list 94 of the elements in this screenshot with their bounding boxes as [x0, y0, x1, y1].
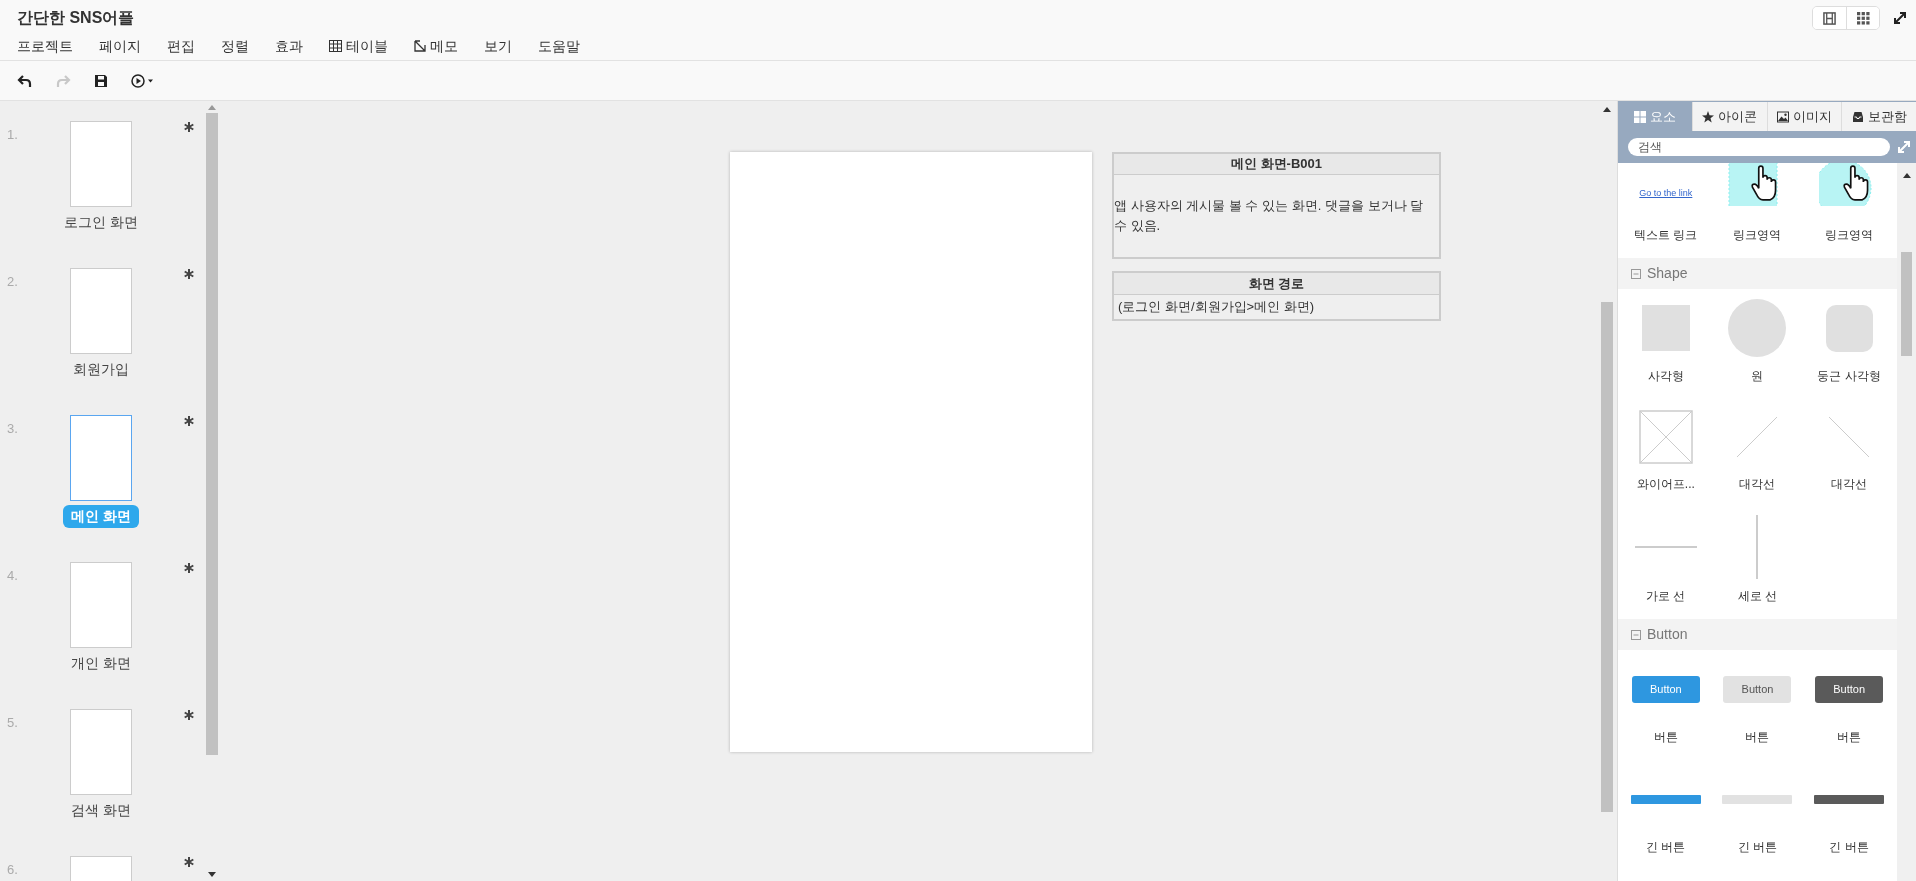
scrollbar-thumb[interactable] [1601, 302, 1613, 812]
element-label[interactable]: 긴 버튼 [1646, 838, 1686, 856]
element-label[interactable]: 긴 버튼 [1737, 838, 1778, 856]
diagonal-line [1736, 416, 1779, 458]
search-field[interactable]: 검색 [1628, 138, 1890, 156]
collapse-icon[interactable] [1631, 629, 1641, 640]
element-label[interactable]: 대각선 [1739, 475, 1776, 493]
table-icon [329, 40, 342, 52]
menu-item[interactable]: 편집 [167, 35, 195, 57]
image-icon [1776, 110, 1789, 123]
page-label[interactable]: 개인 화면 [63, 652, 139, 675]
link-text: Go to the link [1639, 186, 1693, 200]
view-button[interactable] [1846, 7, 1879, 29]
menu-item[interactable]: 메모 [414, 35, 458, 57]
section-title[interactable]: Shape [1647, 263, 1688, 284]
button-preview: Button [1631, 675, 1700, 703]
menu-item[interactable]: 효과 [275, 35, 303, 57]
page-label[interactable]: 로그인 화면 [56, 211, 146, 234]
asterisk-icon[interactable] [184, 416, 194, 426]
page-label[interactable]: 회원가입 [65, 358, 137, 381]
menu-item[interactable]: 테이블 [329, 35, 388, 57]
element-label[interactable]: 원 [1751, 367, 1764, 385]
page-thumbnail[interactable] [70, 562, 132, 648]
element-label[interactable]: 가로 선 [1646, 587, 1686, 605]
square-shape [1641, 305, 1690, 351]
vertical-line [1756, 515, 1759, 579]
page-thumbnail[interactable] [70, 268, 132, 354]
inbox-icon [1851, 110, 1864, 123]
scroll-up-icon[interactable] [1902, 173, 1911, 178]
note-icon [414, 40, 426, 52]
scrollbar-thumb[interactable] [1901, 252, 1912, 356]
menu-item[interactable]: 도움말 [538, 35, 580, 57]
rounded-square-shape [1825, 304, 1873, 352]
element-label[interactable]: 대각선 [1831, 475, 1868, 493]
element-label[interactable]: 링크영역 [1825, 226, 1874, 244]
element-label[interactable]: 링크영역 [1733, 226, 1782, 244]
expand-icon[interactable] [1894, 12, 1906, 24]
app-title: 간단한 SNS어플 [17, 8, 135, 28]
wireframe-drawing [1638, 410, 1693, 464]
element-label[interactable]: 버튼 [1745, 728, 1770, 746]
star-icon [1702, 110, 1715, 123]
menu-item[interactable]: 페이지 [99, 35, 141, 57]
asterisk-icon[interactable] [184, 857, 194, 867]
element-label[interactable]: 둥근 사각형 [1817, 367, 1881, 385]
scroll-down-icon[interactable] [208, 872, 216, 877]
scroll-up-icon[interactable] [1603, 107, 1611, 112]
collapse-icon[interactable] [1631, 268, 1641, 279]
description-text: 앱 사용자의 게시물 볼 수 있는 화면. 댓글을 보거나 달 수 있음. [1114, 197, 1425, 235]
undo-icon[interactable] [17, 72, 33, 89]
asterisk-icon[interactable] [184, 122, 194, 132]
diagonal-line [1828, 416, 1871, 458]
horizontal-line [1634, 546, 1697, 548]
page-number: 1. [7, 126, 18, 144]
asterisk-icon[interactable] [184, 710, 194, 720]
asterisk-icon[interactable] [184, 269, 194, 279]
path-text: (로그인 화면/회원가입>메인 화면) [1117, 298, 1316, 317]
element-label[interactable]: 버튼 [1653, 728, 1678, 746]
view-button[interactable] [1813, 7, 1846, 29]
asterisk-icon[interactable] [184, 563, 194, 573]
page-label[interactable]: 검색 화면 [63, 799, 139, 822]
film-icon [1823, 11, 1836, 25]
page-thumbnail[interactable] [70, 121, 132, 207]
play-icon[interactable] [131, 72, 155, 89]
element-label[interactable]: 세로 선 [1737, 587, 1778, 605]
grid-icon [1633, 110, 1646, 123]
long-button-preview [1722, 794, 1793, 804]
panel-tab[interactable]: 이미지 [1766, 102, 1842, 131]
long-button-preview [1814, 794, 1885, 804]
page-number: 2. [7, 273, 18, 291]
element-label[interactable]: 텍스트 링크 [1634, 226, 1698, 244]
page-thumbnail[interactable] [70, 415, 132, 501]
grid-icon [1856, 11, 1870, 25]
card-title: 메인 화면-B001 [1114, 154, 1439, 175]
element-label[interactable]: 긴 버튼 [1829, 838, 1869, 856]
page-number: 5. [7, 714, 18, 732]
menu-item[interactable]: 보기 [484, 35, 512, 57]
element-label[interactable]: 사각형 [1647, 367, 1684, 385]
panel-tab[interactable]: 보관함 [1841, 102, 1916, 131]
card-title: 화면 경로 [1114, 273, 1439, 295]
panel-tab[interactable]: 아이콘 [1691, 102, 1767, 131]
menu-item[interactable]: 프로젝트 [17, 35, 73, 57]
page-number: 4. [7, 567, 18, 585]
menu-item[interactable]: 정렬 [221, 35, 249, 57]
page-number: 3. [7, 420, 18, 438]
long-button-preview [1630, 794, 1701, 804]
save-icon[interactable] [93, 72, 109, 89]
button-preview: Button [1815, 675, 1884, 703]
page-number: 6. [7, 861, 18, 879]
element-label[interactable]: 와이어프... [1636, 475, 1695, 493]
section-title[interactable]: Button [1647, 624, 1688, 645]
page-thumbnail[interactable] [70, 709, 132, 795]
button-preview: Button [1723, 675, 1792, 703]
element-label[interactable]: 버튼 [1837, 728, 1862, 746]
scrollbar-thumb[interactable] [206, 113, 218, 755]
